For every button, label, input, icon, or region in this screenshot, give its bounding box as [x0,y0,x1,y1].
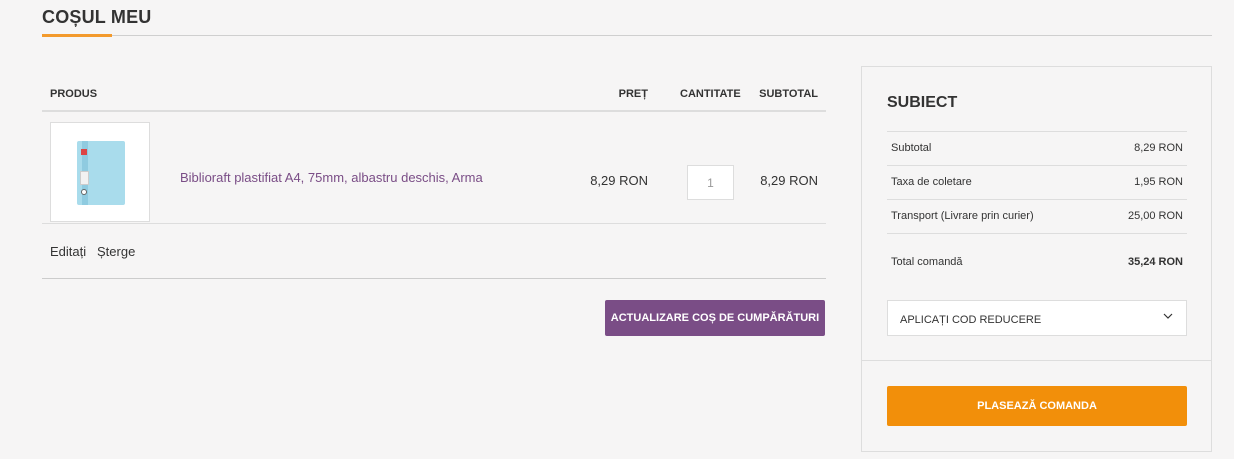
edit-link[interactable]: Editați [50,244,86,259]
cart-table-header: PRODUS PREȚ CANTITATE SUBTOTAL [42,76,826,112]
chevron-down-icon [1162,310,1174,325]
discount-code-toggle[interactable]: APLICAȚI COD REDUCERE [887,300,1187,336]
binder-tag [81,149,87,155]
summary-row: Transport (Livrare prin curier) 25,00 RO… [887,199,1187,233]
binder-icon [77,141,125,205]
product-name-link[interactable]: Biblioraft plastifiat A4, 75mm, albastru… [180,170,483,185]
summary-divider [862,360,1211,361]
update-cart-button[interactable]: ACTUALIZARE COȘ DE CUMPĂRĂTURI [605,300,825,336]
header-quantity: CANTITATE [680,88,741,100]
binder-label [80,171,89,185]
total-value: 35,24 RON [1127,256,1183,268]
summary-row-value: 8,29 RON [1134,142,1183,154]
total-label: Total comandă [891,256,963,268]
product-price: 8,29 RON [590,173,648,188]
summary-table: Subtotal 8,29 RON Taxa de coletare 1,95 … [887,131,1187,289]
page-title: COȘUL MEU [42,7,152,27]
cart-item-row: Biblioraft plastifiat A4, 75mm, albastru… [42,112,826,224]
summary-row-value: 1,95 RON [1134,176,1183,188]
summary-row-label: Transport (Livrare prin curier) [891,210,1034,222]
cart-table: PRODUS PREȚ CANTITATE SUBTOTAL Biblioraf… [42,76,826,279]
summary-row-label: Taxa de coletare [891,176,972,188]
summary-row: Subtotal 8,29 RON [887,131,1187,165]
binder-ring [81,189,87,195]
order-summary: SUBIECT Subtotal 8,29 RON Taxa de coleta… [861,66,1212,452]
cart-item-actions: Editați Șterge [42,224,826,279]
summary-row: Taxa de coletare 1,95 RON [887,165,1187,199]
product-subtotal: 8,29 RON [760,173,818,188]
title-accent-bar [42,34,112,37]
summary-total-row: Total comandă 35,24 RON [887,233,1187,289]
title-divider [42,35,1212,36]
header-product: PRODUS [50,88,98,100]
quantity-input[interactable] [687,165,734,200]
delete-link[interactable]: Șterge [97,244,135,259]
header-price: PREȚ [618,88,648,100]
summary-title: SUBIECT [887,94,958,111]
place-order-button[interactable]: PLASEAZĂ COMANDA [887,386,1187,426]
summary-row-label: Subtotal [891,142,932,154]
discount-label: APLICAȚI COD REDUCERE [900,314,1042,326]
summary-row-value: 25,00 RON [1127,210,1183,222]
header-subtotal: SUBTOTAL [759,88,818,100]
product-image[interactable] [50,122,150,222]
